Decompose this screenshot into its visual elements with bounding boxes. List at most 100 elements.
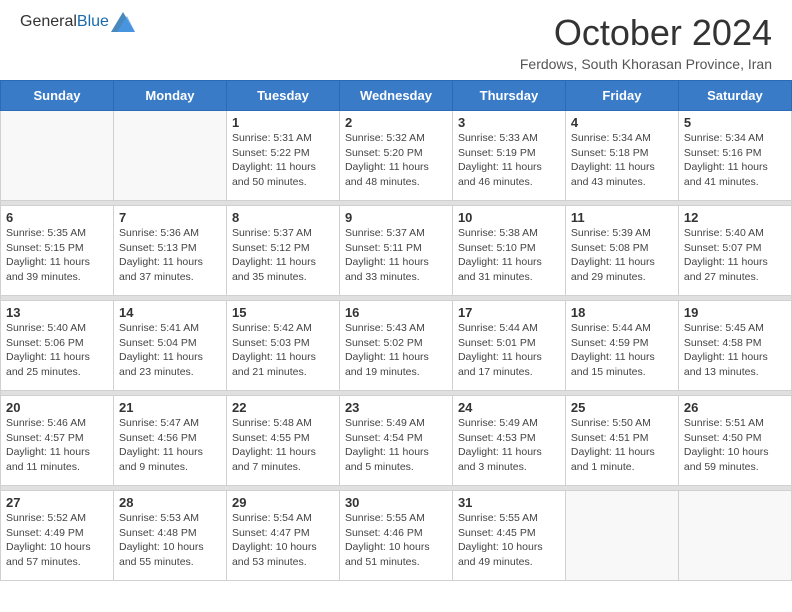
day-header-thursday: Thursday xyxy=(452,81,565,111)
day-info: Sunrise: 5:54 AM Sunset: 4:47 PM Dayligh… xyxy=(232,511,334,570)
daylight-text: Daylight: 11 hours and 15 minutes. xyxy=(571,351,655,378)
day-info: Sunrise: 5:42 AM Sunset: 5:03 PM Dayligh… xyxy=(232,321,334,380)
calendar-cell: 31 Sunrise: 5:55 AM Sunset: 4:45 PM Dayl… xyxy=(452,491,565,581)
sunset-text: Sunset: 5:06 PM xyxy=(6,337,84,349)
day-number: 10 xyxy=(458,210,560,225)
daylight-text: Daylight: 11 hours and 41 minutes. xyxy=(684,161,768,188)
calendar-cell: 21 Sunrise: 5:47 AM Sunset: 4:56 PM Dayl… xyxy=(113,396,226,486)
day-number: 7 xyxy=(119,210,221,225)
day-number: 12 xyxy=(684,210,786,225)
sunrise-text: Sunrise: 5:47 AM xyxy=(119,417,199,429)
day-number: 22 xyxy=(232,400,334,415)
week-row-3: 13 Sunrise: 5:40 AM Sunset: 5:06 PM Dayl… xyxy=(1,301,792,391)
calendar-cell xyxy=(678,491,791,581)
day-info: Sunrise: 5:44 AM Sunset: 4:59 PM Dayligh… xyxy=(571,321,673,380)
day-number: 15 xyxy=(232,305,334,320)
sunrise-text: Sunrise: 5:38 AM xyxy=(458,227,538,239)
logo-icon xyxy=(111,12,135,32)
daylight-text: Daylight: 11 hours and 7 minutes. xyxy=(232,446,316,473)
sunset-text: Sunset: 4:55 PM xyxy=(232,432,310,444)
daylight-text: Daylight: 11 hours and 50 minutes. xyxy=(232,161,316,188)
sunrise-text: Sunrise: 5:51 AM xyxy=(684,417,764,429)
calendar-cell: 10 Sunrise: 5:38 AM Sunset: 5:10 PM Dayl… xyxy=(452,206,565,296)
day-number: 3 xyxy=(458,115,560,130)
daylight-text: Daylight: 10 hours and 59 minutes. xyxy=(684,446,769,473)
day-info: Sunrise: 5:43 AM Sunset: 5:02 PM Dayligh… xyxy=(345,321,447,380)
sunset-text: Sunset: 4:48 PM xyxy=(119,527,197,539)
day-header-friday: Friday xyxy=(565,81,678,111)
day-info: Sunrise: 5:33 AM Sunset: 5:19 PM Dayligh… xyxy=(458,131,560,190)
calendar-cell: 12 Sunrise: 5:40 AM Sunset: 5:07 PM Dayl… xyxy=(678,206,791,296)
calendar-cell: 4 Sunrise: 5:34 AM Sunset: 5:18 PM Dayli… xyxy=(565,111,678,201)
daylight-text: Daylight: 11 hours and 37 minutes. xyxy=(119,256,203,283)
sunset-text: Sunset: 4:50 PM xyxy=(684,432,762,444)
sunset-text: Sunset: 5:22 PM xyxy=(232,147,310,159)
calendar-cell: 24 Sunrise: 5:49 AM Sunset: 4:53 PM Dayl… xyxy=(452,396,565,486)
sunrise-text: Sunrise: 5:37 AM xyxy=(345,227,425,239)
calendar-body: 1 Sunrise: 5:31 AM Sunset: 5:22 PM Dayli… xyxy=(1,111,792,581)
day-number: 11 xyxy=(571,210,673,225)
daylight-text: Daylight: 10 hours and 55 minutes. xyxy=(119,541,204,568)
daylight-text: Daylight: 11 hours and 17 minutes. xyxy=(458,351,542,378)
sunrise-text: Sunrise: 5:39 AM xyxy=(571,227,651,239)
daylight-text: Daylight: 11 hours and 13 minutes. xyxy=(684,351,768,378)
day-number: 8 xyxy=(232,210,334,225)
calendar-cell: 17 Sunrise: 5:44 AM Sunset: 5:01 PM Dayl… xyxy=(452,301,565,391)
calendar-cell: 27 Sunrise: 5:52 AM Sunset: 4:49 PM Dayl… xyxy=(1,491,114,581)
sunrise-text: Sunrise: 5:40 AM xyxy=(6,322,86,334)
day-info: Sunrise: 5:51 AM Sunset: 4:50 PM Dayligh… xyxy=(684,416,786,475)
sunset-text: Sunset: 4:47 PM xyxy=(232,527,310,539)
day-header-tuesday: Tuesday xyxy=(226,81,339,111)
daylight-text: Daylight: 10 hours and 53 minutes. xyxy=(232,541,317,568)
sunset-text: Sunset: 4:59 PM xyxy=(571,337,649,349)
day-info: Sunrise: 5:48 AM Sunset: 4:55 PM Dayligh… xyxy=(232,416,334,475)
sunset-text: Sunset: 4:56 PM xyxy=(119,432,197,444)
calendar-cell: 28 Sunrise: 5:53 AM Sunset: 4:48 PM Dayl… xyxy=(113,491,226,581)
sunrise-text: Sunrise: 5:34 AM xyxy=(684,132,764,144)
sunset-text: Sunset: 5:13 PM xyxy=(119,242,197,254)
week-row-1: 1 Sunrise: 5:31 AM Sunset: 5:22 PM Dayli… xyxy=(1,111,792,201)
day-number: 17 xyxy=(458,305,560,320)
sunrise-text: Sunrise: 5:32 AM xyxy=(345,132,425,144)
calendar-cell: 5 Sunrise: 5:34 AM Sunset: 5:16 PM Dayli… xyxy=(678,111,791,201)
calendar-cell: 2 Sunrise: 5:32 AM Sunset: 5:20 PM Dayli… xyxy=(339,111,452,201)
daylight-text: Daylight: 11 hours and 35 minutes. xyxy=(232,256,316,283)
calendar-cell: 22 Sunrise: 5:48 AM Sunset: 4:55 PM Dayl… xyxy=(226,396,339,486)
day-info: Sunrise: 5:36 AM Sunset: 5:13 PM Dayligh… xyxy=(119,226,221,285)
sunset-text: Sunset: 5:20 PM xyxy=(345,147,423,159)
day-number: 24 xyxy=(458,400,560,415)
sunset-text: Sunset: 4:58 PM xyxy=(684,337,762,349)
sunrise-text: Sunrise: 5:41 AM xyxy=(119,322,199,334)
daylight-text: Daylight: 11 hours and 46 minutes. xyxy=(458,161,542,188)
day-header-wednesday: Wednesday xyxy=(339,81,452,111)
day-number: 19 xyxy=(684,305,786,320)
day-number: 6 xyxy=(6,210,108,225)
daylight-text: Daylight: 11 hours and 3 minutes. xyxy=(458,446,542,473)
daylight-text: Daylight: 11 hours and 23 minutes. xyxy=(119,351,203,378)
sunset-text: Sunset: 5:15 PM xyxy=(6,242,84,254)
day-info: Sunrise: 5:52 AM Sunset: 4:49 PM Dayligh… xyxy=(6,511,108,570)
sunset-text: Sunset: 5:02 PM xyxy=(345,337,423,349)
day-info: Sunrise: 5:37 AM Sunset: 5:11 PM Dayligh… xyxy=(345,226,447,285)
day-number: 27 xyxy=(6,495,108,510)
sunrise-text: Sunrise: 5:53 AM xyxy=(119,512,199,524)
day-info: Sunrise: 5:46 AM Sunset: 4:57 PM Dayligh… xyxy=(6,416,108,475)
day-info: Sunrise: 5:40 AM Sunset: 5:07 PM Dayligh… xyxy=(684,226,786,285)
sunrise-text: Sunrise: 5:55 AM xyxy=(458,512,538,524)
day-number: 9 xyxy=(345,210,447,225)
sunset-text: Sunset: 4:53 PM xyxy=(458,432,536,444)
calendar-cell: 15 Sunrise: 5:42 AM Sunset: 5:03 PM Dayl… xyxy=(226,301,339,391)
sunrise-text: Sunrise: 5:45 AM xyxy=(684,322,764,334)
page-header: GeneralBlue October 2024 Ferdows, South … xyxy=(0,0,792,80)
sunrise-text: Sunrise: 5:48 AM xyxy=(232,417,312,429)
sunset-text: Sunset: 4:46 PM xyxy=(345,527,423,539)
day-number: 4 xyxy=(571,115,673,130)
daylight-text: Daylight: 11 hours and 5 minutes. xyxy=(345,446,429,473)
calendar-cell xyxy=(113,111,226,201)
logo-general-text: General xyxy=(20,13,77,30)
location-text: Ferdows, South Khorasan Province, Iran xyxy=(520,56,772,72)
sunset-text: Sunset: 5:03 PM xyxy=(232,337,310,349)
sunrise-text: Sunrise: 5:44 AM xyxy=(571,322,651,334)
day-number: 31 xyxy=(458,495,560,510)
day-info: Sunrise: 5:40 AM Sunset: 5:06 PM Dayligh… xyxy=(6,321,108,380)
